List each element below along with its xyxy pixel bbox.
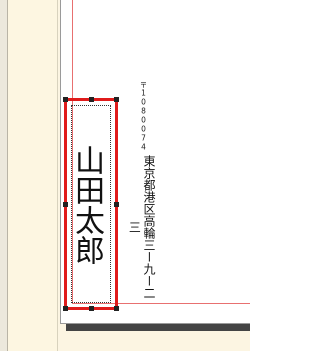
postal-code[interactable]: 〒1080074	[138, 80, 148, 152]
resize-handle-bottom[interactable]	[89, 306, 94, 311]
vertical-scrollbar[interactable]	[0, 0, 8, 351]
resize-handle-right[interactable]	[114, 202, 119, 207]
resize-handle-top-right[interactable]	[114, 97, 119, 102]
address-text[interactable]: 東京都港区高輪三ー九ー二三	[127, 152, 156, 302]
left-panel	[0, 0, 58, 351]
recipient-name[interactable]: 山田太郎	[69, 109, 109, 301]
resize-handle-top[interactable]	[89, 97, 94, 102]
name-text-box-selected[interactable]: 山田太郎	[63, 97, 119, 311]
resize-handle-bottom-left[interactable]	[63, 306, 68, 311]
resize-handle-bottom-right[interactable]	[114, 306, 119, 311]
resize-handle-top-left[interactable]	[63, 97, 68, 102]
